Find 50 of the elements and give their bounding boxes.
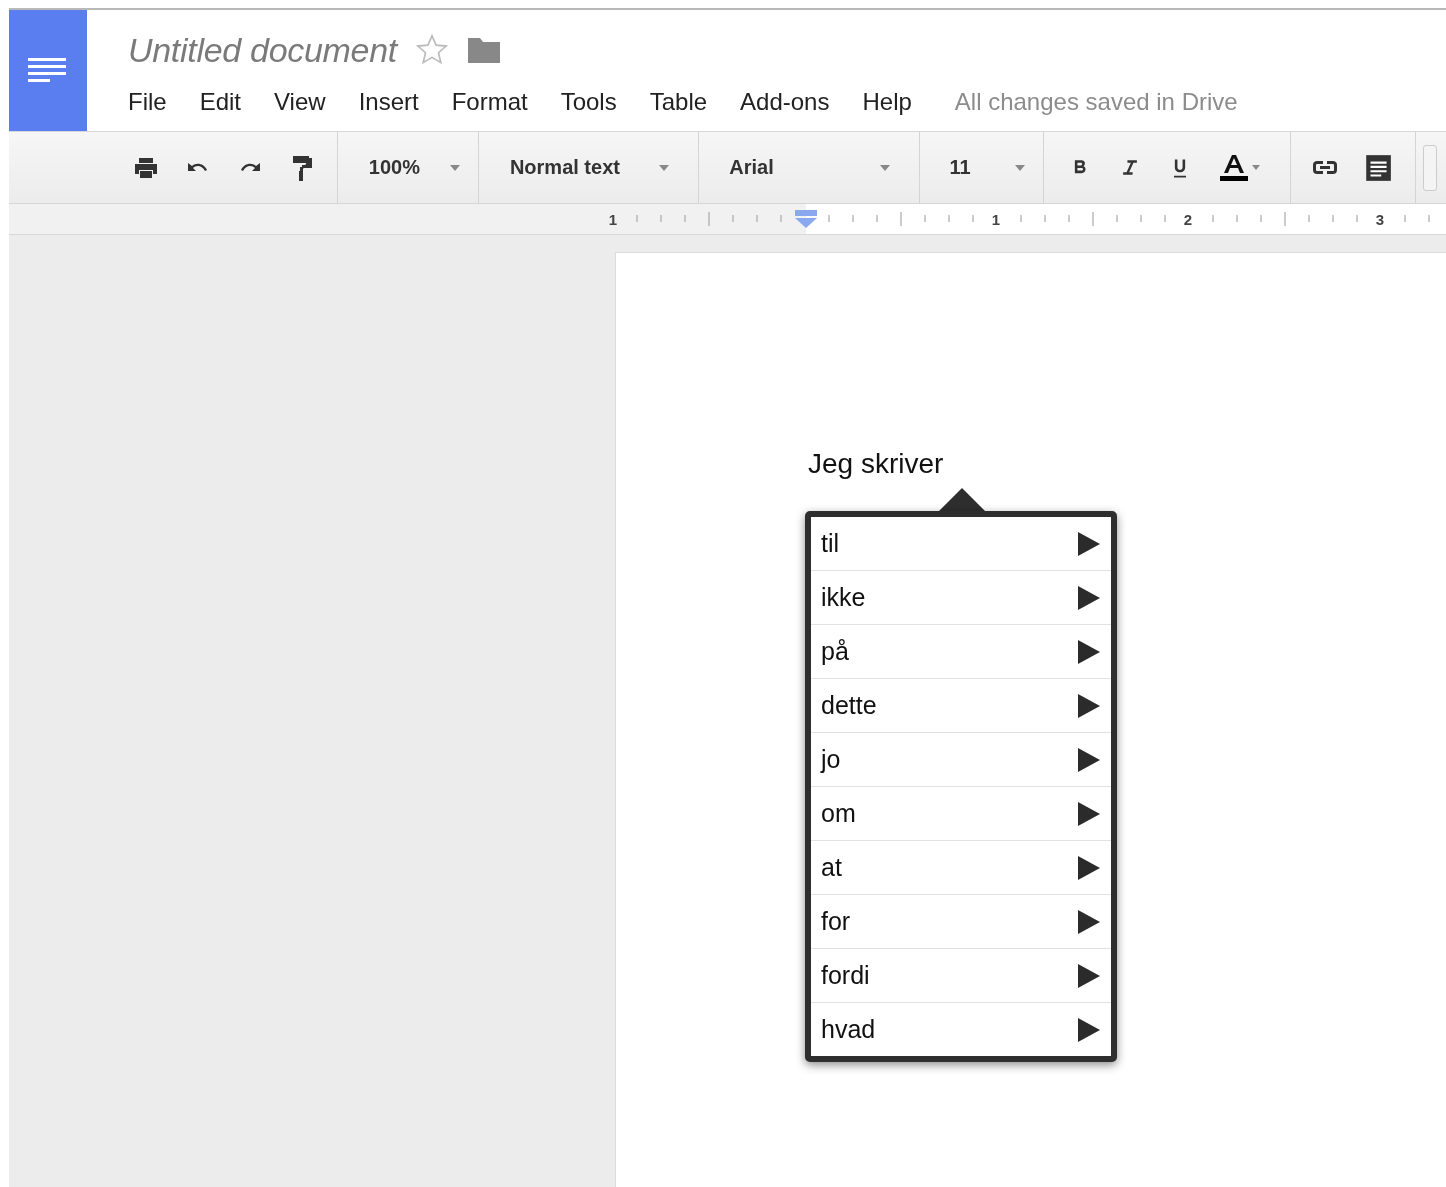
caret-icon[interactable] bbox=[658, 163, 671, 172]
arrow-right-icon[interactable] bbox=[1077, 1016, 1101, 1043]
menu-item[interactable]: File bbox=[128, 88, 167, 116]
ruler[interactable]: 1 1 2 3 bbox=[9, 204, 1446, 235]
indent-marker[interactable] bbox=[795, 210, 817, 228]
suggestion-item[interactable]: for bbox=[811, 895, 1111, 949]
style-dropdown[interactable]: Normal text bbox=[509, 156, 671, 179]
caret-icon[interactable] bbox=[1013, 163, 1026, 172]
font-dropdown[interactable]: Arial bbox=[729, 156, 891, 179]
ruler-number: 1 bbox=[608, 211, 618, 228]
ruler-number: 3 bbox=[1375, 211, 1385, 228]
font-size-dropdown[interactable]: 11 bbox=[949, 156, 1026, 179]
menu-item[interactable]: View bbox=[274, 88, 326, 116]
arrow-right-icon[interactable] bbox=[1077, 962, 1101, 989]
arrow-right-icon[interactable] bbox=[1077, 800, 1101, 827]
arrow-right-icon[interactable] bbox=[1077, 638, 1101, 665]
suggestion-item[interactable]: dette bbox=[811, 679, 1111, 733]
suggestion-item[interactable]: hvad bbox=[811, 1003, 1111, 1056]
arrow-right-icon[interactable] bbox=[1077, 854, 1101, 881]
suggestion-item[interactable]: om bbox=[811, 787, 1111, 841]
ruler-number: 1 bbox=[991, 211, 1001, 228]
arrow-right-icon[interactable] bbox=[1077, 584, 1101, 611]
menu-item[interactable]: Tools bbox=[560, 88, 617, 116]
star-icon[interactable] bbox=[414, 33, 449, 67]
arrow-right-icon[interactable] bbox=[1077, 746, 1101, 773]
suggestion-item[interactable]: fordi bbox=[811, 949, 1111, 1003]
caret-icon[interactable] bbox=[878, 163, 891, 172]
menu-item[interactable]: Help bbox=[862, 88, 912, 116]
suggestion-item[interactable]: jo bbox=[811, 733, 1111, 787]
arrow-right-icon[interactable] bbox=[1077, 530, 1101, 557]
menu-item[interactable]: Format bbox=[451, 88, 528, 116]
text-color-icon[interactable] bbox=[1217, 152, 1262, 183]
suggestion-item[interactable]: til bbox=[811, 517, 1111, 571]
arrow-right-icon[interactable] bbox=[1077, 692, 1101, 719]
suggestion-item[interactable]: på bbox=[811, 625, 1111, 679]
menu-item[interactable]: Table bbox=[649, 88, 708, 116]
caret-icon[interactable] bbox=[448, 163, 461, 172]
menu-item[interactable]: Add-ons bbox=[740, 88, 830, 116]
suggestion-item[interactable]: at bbox=[811, 841, 1111, 895]
docs-logo[interactable] bbox=[9, 10, 87, 131]
document-title[interactable]: Untitled document bbox=[128, 30, 397, 70]
arrow-right-icon[interactable] bbox=[1077, 908, 1101, 935]
document-text: Jeg skriver bbox=[808, 448, 944, 480]
menu-item[interactable]: Edit bbox=[199, 88, 242, 116]
ruler-number: 2 bbox=[1183, 211, 1193, 228]
document-page[interactable]: Jeg skriver til ikke på dette jo om at for fordi hvad bbox=[615, 252, 1446, 1187]
folder-icon[interactable] bbox=[466, 36, 501, 64]
suggestion-item[interactable]: ikke bbox=[811, 571, 1111, 625]
menu-item[interactable]: Insert bbox=[358, 88, 419, 116]
zoom-dropdown[interactable]: 100% bbox=[368, 156, 461, 179]
